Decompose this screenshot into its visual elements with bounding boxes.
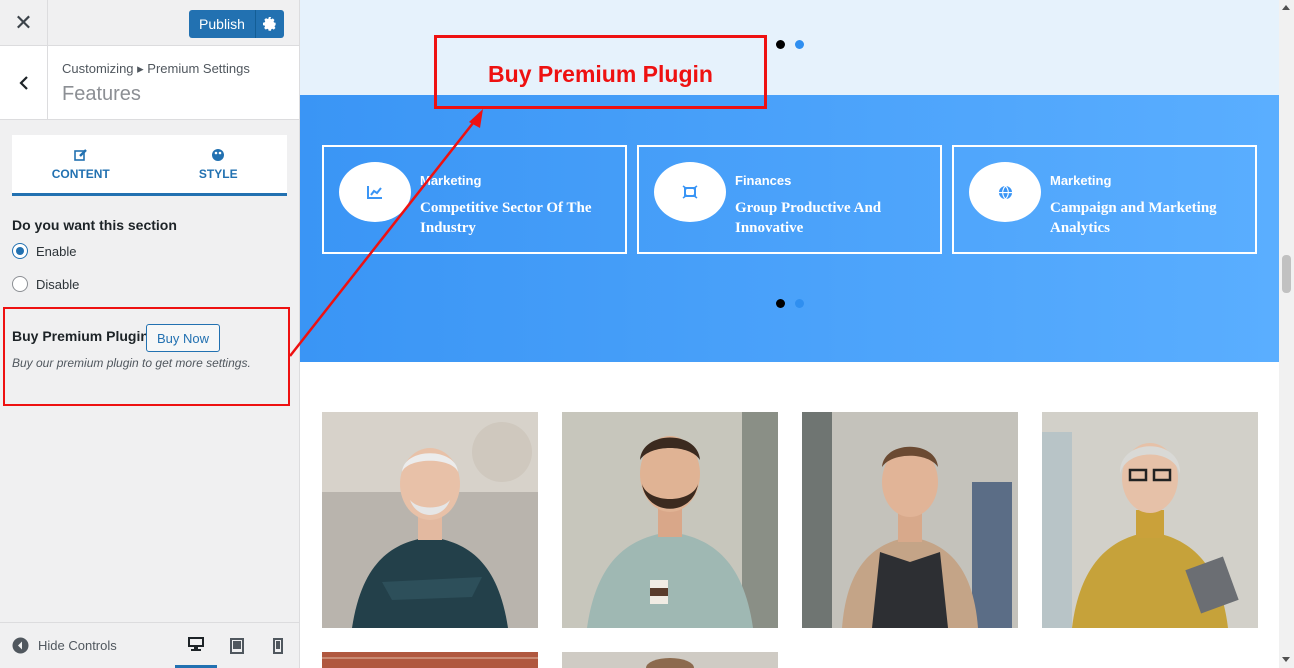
feature-card[interactable]: Marketing Competitive Sector Of The Indu… [322,145,627,254]
person-image [1042,412,1258,628]
feature-category: Marketing [420,173,482,188]
hide-controls-label: Hide Controls [38,638,117,653]
feature-card[interactable]: Finances Group Productive And Innovative [637,145,942,254]
feature-icon-circle [969,162,1041,222]
preview-mobile-button[interactable] [257,623,299,668]
hero-slider-dots [776,40,804,49]
publish-button[interactable]: Publish [189,10,255,38]
back-button[interactable] [0,46,48,119]
team-photo [802,412,1018,628]
feature-card[interactable]: Marketing Campaign and Marketing Analyti… [952,145,1257,254]
panel-header: ✕ Publish [0,0,299,46]
person-image [322,652,538,668]
slider-dot-1[interactable] [776,40,785,49]
panel-footer: Hide Controls [0,622,299,668]
feature-category: Finances [735,173,792,188]
breadcrumb: Customizing ▸ Premium Settings [62,61,250,76]
buy-premium-callout: Buy Premium Plugin [434,35,767,109]
tab-content[interactable]: CONTENT [12,135,150,193]
chart-icon [367,186,382,199]
gear-icon [263,17,276,31]
disable-label: Disable [36,276,80,292]
collapse-icon [12,637,29,654]
person-image [562,412,778,628]
site-preview: Marketing Competitive Sector Of The Indu… [300,0,1279,668]
mobile-icon [273,637,283,654]
slider-dot-1[interactable] [776,299,785,308]
person-image [322,412,538,628]
section-toggle-label: Do you want this section [12,217,177,233]
publish-settings-button[interactable] [255,10,284,38]
feature-icon-circle [339,162,411,222]
preview-desktop-button[interactable] [175,623,217,668]
customizer-panel: ✕ Publish Customizing ▸ Premium Settings… [0,0,300,668]
scroll-up-arrow[interactable] [1282,5,1290,10]
premium-title: Buy Premium Plugin [12,328,149,344]
scroll-thumb[interactable] [1282,255,1291,293]
team-photo [322,412,538,628]
person-image [802,412,1018,628]
feature-category: Marketing [1050,173,1112,188]
premium-description: Buy our premium plugin to get more setti… [12,356,251,370]
enable-option[interactable]: Enable [12,243,76,259]
tab-style[interactable]: STYLE [150,135,288,193]
feature-title: Group Productive And Innovative [735,200,882,236]
scroll-down-arrow[interactable] [1282,657,1290,662]
team-photo [562,412,778,628]
disable-radio[interactable] [12,276,28,292]
tab-style-label: STYLE [198,166,238,181]
hide-controls-button[interactable]: Hide Controls [12,637,117,654]
section-header: Customizing ▸ Premium Settings Features [0,46,299,120]
team-photo [1042,412,1258,628]
person-image [562,652,778,668]
tab-bar: CONTENT STYLE [12,135,287,196]
team-photo [322,652,538,668]
tablet-icon [230,637,244,654]
feature-title: Campaign and Marketing Analytics [1050,200,1217,236]
disable-option[interactable]: Disable [12,276,79,292]
close-button[interactable]: ✕ [0,0,48,46]
preview-scrollbar[interactable] [1279,0,1294,668]
slider-dot-2[interactable] [795,299,804,308]
tab-content-label: CONTENT [51,166,110,181]
chevron-left-icon [18,75,28,90]
buy-now-button[interactable]: Buy Now [146,324,220,352]
desktop-icon [188,637,204,651]
edit-icon [73,148,87,161]
slider-dot-2[interactable] [795,40,804,49]
feature-title: Competitive Sector Of The Industry [420,200,592,236]
team-photo [562,652,778,668]
frame-icon [682,185,698,199]
globe-icon [998,185,1012,199]
enable-label: Enable [36,243,77,259]
features-slider-dots [776,299,804,308]
enable-radio[interactable] [12,243,28,259]
palette-icon [212,148,225,161]
features-section: Marketing Competitive Sector Of The Indu… [300,95,1279,362]
section-title: Features [62,83,141,105]
preview-tablet-button[interactable] [216,623,258,668]
feature-icon-circle [654,162,726,222]
